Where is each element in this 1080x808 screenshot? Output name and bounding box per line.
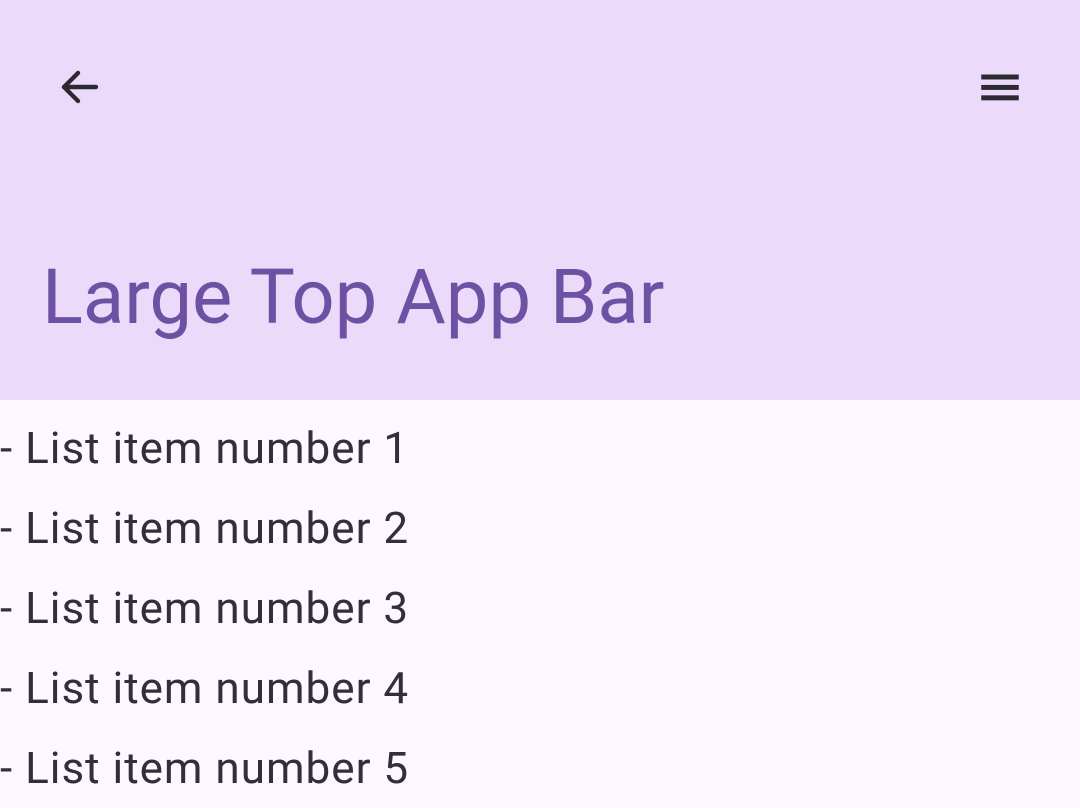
app-bar-action-row xyxy=(0,0,1080,120)
list-item: - List item number 1 xyxy=(0,408,1080,488)
content-list: - List item number 1 - List item number … xyxy=(0,400,1080,808)
list-item: - List item number 3 xyxy=(0,568,1080,648)
app-bar-title: Large Top App Bar xyxy=(42,252,664,342)
large-top-app-bar: Large Top App Bar xyxy=(0,0,1080,400)
app-bar-title-wrap: Large Top App Bar xyxy=(0,120,1080,400)
arrow-back-icon xyxy=(56,63,104,111)
menu-icon xyxy=(975,62,1025,112)
list-item: - List item number 4 xyxy=(0,648,1080,728)
list-item: - List item number 5 xyxy=(0,728,1080,808)
menu-button[interactable] xyxy=(970,57,1030,117)
back-button[interactable] xyxy=(50,57,110,117)
list-item: - List item number 2 xyxy=(0,488,1080,568)
